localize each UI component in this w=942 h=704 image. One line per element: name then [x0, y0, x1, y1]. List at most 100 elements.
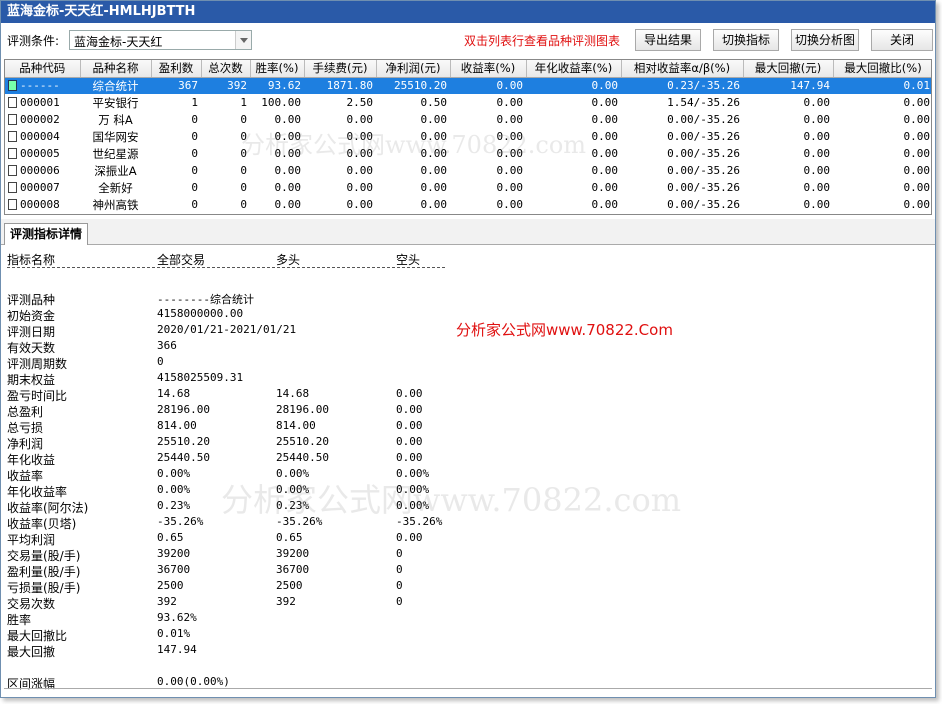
detail-metric-name: 区间涨幅 [7, 677, 56, 691]
file-icon [8, 97, 17, 108]
file-icon [8, 165, 17, 176]
cell-relative: 0.23/-35.26 [621, 77, 743, 94]
cell-relative: 0.00/-35.26 [667, 147, 740, 160]
detail-metric-name: 平均利润 [7, 533, 56, 547]
cell-ret: 0.00 [496, 164, 524, 177]
detail-value-short: 0 [396, 595, 403, 608]
column-header[interactable]: 品种名称 [80, 60, 152, 78]
detail-value-all: 36700 [157, 563, 191, 576]
table-row[interactable]: 000005 世纪星源 0 0 0.00 0.00 0.00 0.00 0.00 0.00/-35… [5, 145, 931, 162]
detail-value-short: 0.00 [396, 403, 423, 416]
column-header[interactable]: 品种代码 [5, 60, 81, 78]
detail-value-long: -35.26% [276, 515, 323, 528]
column-header[interactable]: 年化收益率(%) [526, 60, 622, 78]
cell-profit: 0.00 [420, 130, 448, 143]
file-icon [8, 114, 17, 125]
column-header[interactable]: 收益率(%) [450, 60, 527, 78]
export-button[interactable]: 导出结果 [635, 29, 701, 51]
detail-value-long: 0.23% [276, 499, 310, 512]
detail-value-long: 28196.00 [276, 403, 329, 416]
cell-code: 000007 [5, 179, 80, 196]
cell-wins: 0 [191, 164, 198, 177]
cell-fee: 0.00 [346, 130, 374, 143]
cell-profit: 0.50 [420, 96, 448, 109]
column-header[interactable]: 最大回撤比(%) [833, 60, 931, 78]
detail-value-long: 14.68 [276, 387, 310, 400]
detail-header-name: 指标名称 [7, 253, 56, 267]
cell-relative: 0.00/-35.26 [667, 130, 740, 143]
detail-value-all: 14.68 [157, 387, 191, 400]
cell-total: 0 [240, 113, 247, 126]
detail-metric-name: 总盈利 [7, 405, 44, 419]
table-row[interactable]: ------ 综合统计 367 392 93.62 1871.80 25510.20 0.00… [5, 77, 931, 94]
cell-winrate: 100.00 [261, 96, 301, 109]
column-header[interactable]: 净利润(元) [376, 60, 451, 78]
cell-name: 神州高铁 [92, 197, 139, 212]
detail-value-long: 0.00% [276, 467, 310, 480]
detail-value-long: 25440.50 [276, 451, 329, 464]
table-row[interactable]: 000006 深振业A 0 0 0.00 0.00 0.00 0.00 0.00 0.00/-35… [5, 162, 931, 179]
detail-metric-name: 评测日期 [7, 325, 56, 339]
table-row[interactable]: 000008 神州高铁 0 0 0.00 0.00 0.00 0.00 0.00 0.00/-35… [5, 196, 931, 213]
cell-maxdd: 0.00 [803, 113, 831, 126]
cell-annual: 0.00 [591, 147, 619, 160]
detail-metric-name: 最大回撤比 [7, 629, 68, 643]
cell-ret: 0.00 [496, 181, 524, 194]
results-table[interactable]: 品种代码 品种名称 盈利数 总次数 胜率(%) 手续费(元) 净利润(元) 收益率(%) 年化收… [4, 59, 932, 215]
cell-annual: 0.00 [591, 164, 619, 177]
detail-value-all: 2020/01/21-2021/01/21 [157, 323, 297, 336]
cell-wins: 0 [191, 181, 198, 194]
cell-winrate: 0.00 [274, 164, 302, 177]
detail-value-short: 0.00% [396, 483, 430, 496]
cell-wins: 1 [191, 96, 198, 109]
detail-value-all: 4158025509.31 [157, 371, 244, 384]
window-title: 蓝海金标-天天红-HMLHJBTTH [1, 1, 935, 23]
column-header[interactable]: 盈利数 [151, 60, 202, 78]
detail-metric-name: 盈亏时间比 [7, 389, 68, 403]
detail-value-short: 0.00 [396, 451, 423, 464]
cell-fee: 0.00 [346, 113, 374, 126]
detail-metric-name: 盈利量(股/手) [7, 565, 81, 579]
detail-metric-name: 初始资金 [7, 309, 56, 323]
cell-maxddr: 0.00 [903, 164, 931, 177]
switch-indicator-button[interactable]: 切换指标 [713, 29, 779, 51]
detail-header-all: 全部交易 [157, 253, 206, 267]
cell-wins: 367 [151, 77, 201, 94]
bottom-divider [4, 688, 932, 689]
cell-profit: 0.00 [420, 147, 448, 160]
table-row[interactable]: 000002 万 科A 0 0 0.00 0.00 0.00 0.00 0.00 0.00/-35… [5, 111, 931, 128]
detail-metric-name: 评测周期数 [7, 357, 68, 371]
detail-value-short: 0 [396, 579, 403, 592]
detail-metric-name: 收益率(阿尔法) [7, 501, 89, 515]
detail-value-short: 0 [396, 547, 403, 560]
condition-select[interactable]: 蓝海金标-天天红 [69, 30, 252, 50]
detail-metric-name: 收益率 [7, 469, 44, 483]
table-row[interactable]: 000001 平安银行 1 1 100.00 2.50 0.50 0.00 0.00 1.54/-… [5, 94, 931, 111]
cell-ret: 0.00 [496, 147, 524, 160]
detail-metric-name: 交易量(股/手) [7, 549, 81, 563]
column-header[interactable]: 手续费(元) [304, 60, 377, 78]
table-row[interactable]: 000007 全新好 0 0 0.00 0.00 0.00 0.00 0.00 0.00/-35.… [5, 179, 931, 196]
close-button[interactable]: 关闭 [871, 29, 933, 51]
cell-winrate: 0.00 [274, 130, 302, 143]
column-header[interactable]: 最大回撤(元) [743, 60, 834, 78]
detail-value-all: -35.26% [157, 515, 204, 528]
tab-evaluation-detail[interactable]: 评测指标详情 [4, 223, 89, 245]
cell-ret: 0.00 [496, 130, 524, 143]
cell-wins: 0 [191, 130, 198, 143]
column-header[interactable]: 胜率(%) [250, 60, 305, 78]
detail-value-long: 36700 [276, 563, 310, 576]
file-icon [8, 199, 17, 210]
cell-total: 0 [240, 181, 247, 194]
detail-value-all: 392 [157, 595, 177, 608]
cell-code: 000004 [5, 128, 80, 145]
detail-value-all: --------综合统计 [157, 293, 254, 306]
detail-value-all: 0.23% [157, 499, 191, 512]
switch-chart-button[interactable]: 切换分析图 [791, 29, 859, 51]
column-header[interactable]: 总次数 [201, 60, 251, 78]
column-header[interactable]: 相对收益率α/β(%) [621, 60, 744, 78]
chevron-down-icon[interactable] [235, 31, 251, 49]
cell-ret: 0.00 [450, 77, 526, 94]
detail-value-long: 814.00 [276, 419, 316, 432]
table-row[interactable]: 000004 国华网安 0 0 0.00 0.00 0.00 0.00 0.00 0.00/-35… [5, 128, 931, 145]
